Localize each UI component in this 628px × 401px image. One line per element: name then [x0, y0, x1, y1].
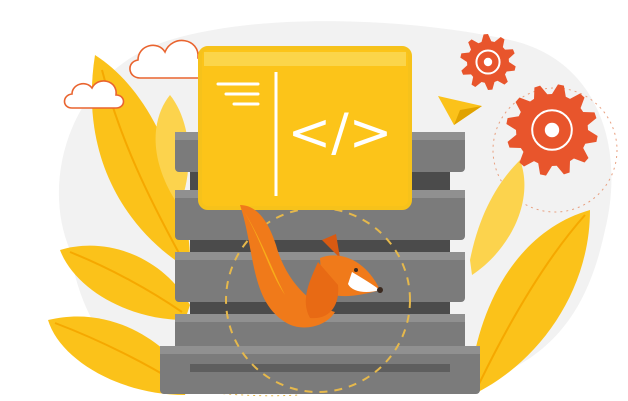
- gear-icon: [506, 84, 598, 176]
- gear-hub: [483, 57, 493, 67]
- code-symbol: </>: [288, 103, 393, 163]
- code-window-icon: </>: [198, 46, 412, 210]
- illustration-stage: </>: [0, 0, 628, 401]
- gear-hub: [544, 122, 560, 138]
- server-illustration: </>: [48, 21, 618, 397]
